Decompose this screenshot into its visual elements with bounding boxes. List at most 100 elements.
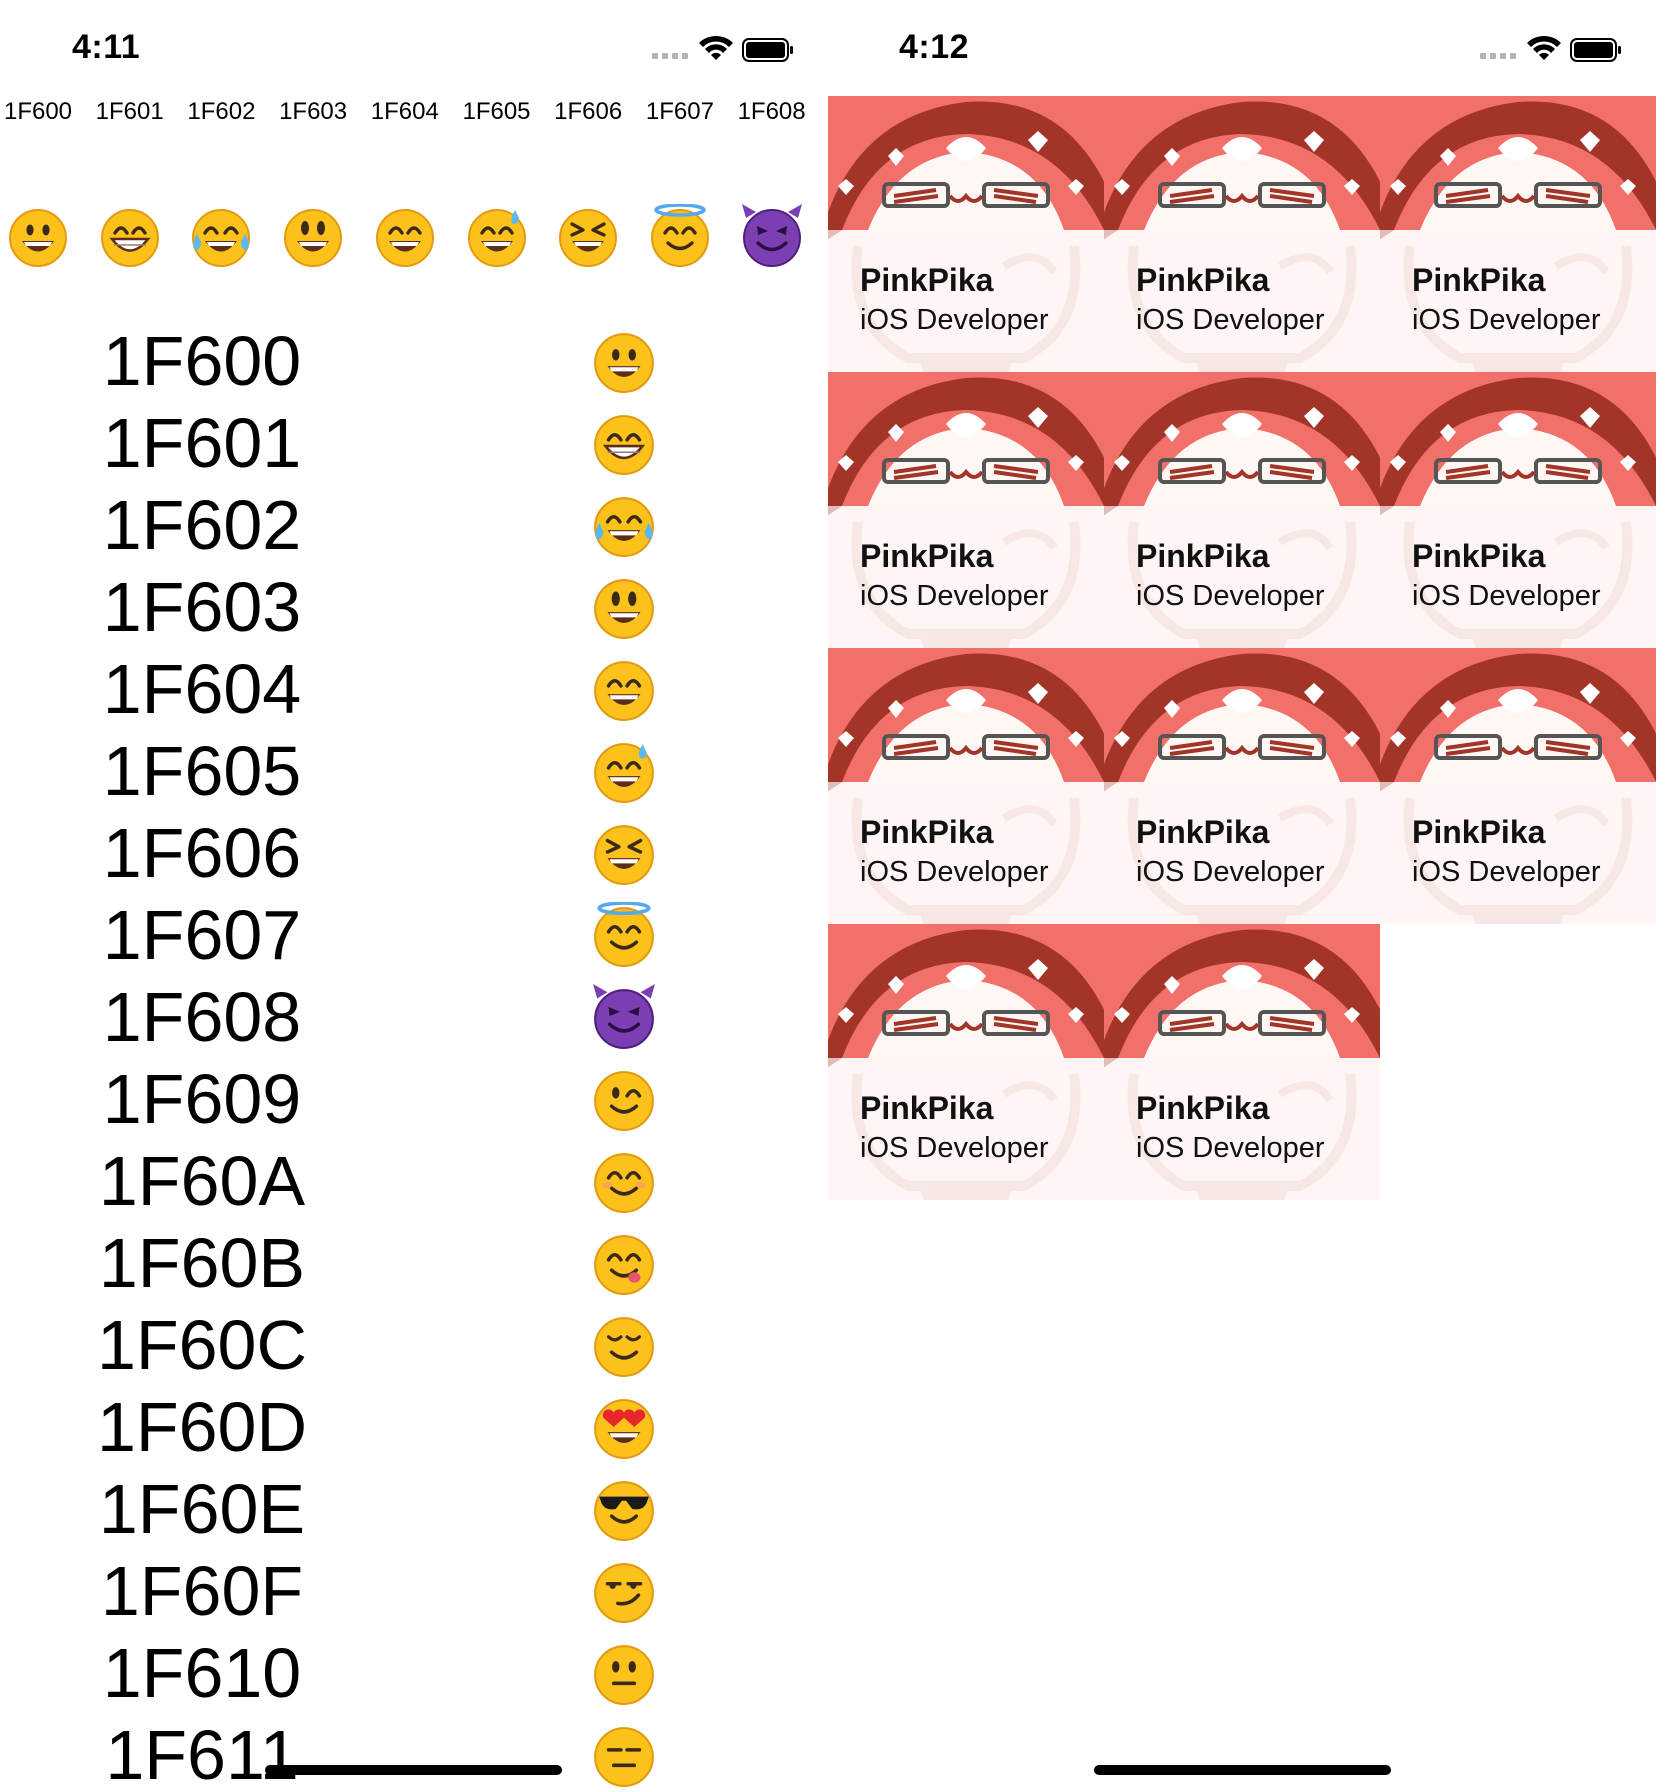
emoji-code-label: 1F60C — [96, 1306, 308, 1384]
emoji-list-row[interactable]: 1F605 — [0, 730, 828, 812]
emoji-code-label: 1F604 — [370, 98, 439, 125]
card-overlay — [1104, 230, 1380, 372]
halo-face-icon — [591, 901, 657, 968]
card-name: PinkPika — [860, 538, 994, 574]
relieved-face-icon — [591, 1312, 657, 1378]
emoji-code-label: 1F606 — [102, 814, 302, 892]
card-overlay — [1104, 1058, 1380, 1200]
card-role: iOS Developer — [1412, 856, 1601, 888]
home-indicator[interactable] — [265, 1765, 562, 1775]
emoji-code-label: 1F60D — [96, 1388, 308, 1466]
horizontal-emoji-scroll[interactable]: 1F600 1F601 1F602 1F603 1F604 1F605 1F606 1F607… — [0, 92, 828, 282]
emoji-list-row[interactable]: 1F609 — [0, 1058, 828, 1140]
emoji-list-row[interactable]: 1F60C — [0, 1304, 828, 1386]
grinning-big-eyes-face-icon — [281, 204, 345, 268]
battery-icon — [1570, 38, 1621, 62]
profile-card[interactable]: PinkPika iOS Developer — [1104, 372, 1380, 648]
profile-card[interactable]: PinkPika iOS Developer — [1104, 924, 1380, 1200]
emoji-list-row[interactable]: 1F60E — [0, 1468, 828, 1550]
grinning-sweat-face-icon — [465, 204, 529, 268]
card-role: iOS Developer — [860, 1132, 1049, 1164]
emoji-list-row[interactable]: 1F603 — [0, 566, 828, 648]
emoji-list-row[interactable]: 1F60A — [0, 1140, 828, 1222]
emoji-list-row[interactable]: 1F60B — [0, 1222, 828, 1304]
emoji-code-label: 1F608 — [102, 978, 302, 1056]
profile-card[interactable]: PinkPika iOS Developer — [1380, 372, 1656, 648]
profile-card[interactable]: PinkPika iOS Developer — [828, 372, 1104, 648]
profile-card[interactable]: PinkPika iOS Developer — [828, 924, 1104, 1200]
profile-card[interactable]: PinkPika iOS Developer — [1104, 648, 1380, 924]
emoji-list-row[interactable]: 1F607 — [0, 894, 828, 976]
profile-card[interactable]: PinkPika iOS Developer — [828, 96, 1104, 372]
emoji-code-label: 1F603 — [279, 98, 348, 125]
card-overlay — [1104, 506, 1380, 648]
sunglasses-face-icon — [591, 1476, 657, 1542]
card-overlay — [1380, 230, 1656, 372]
emoji-code-label: 1F60E — [98, 1470, 306, 1548]
wifi-icon — [699, 35, 733, 60]
emoji-code-label: 1F603 — [102, 568, 302, 646]
beaming-face-icon — [591, 410, 657, 476]
card-name: PinkPika — [1412, 538, 1546, 574]
card-overlay — [1104, 782, 1380, 924]
status-bar: 4:12 — [828, 0, 1656, 96]
emoji-list-screen: 4:11 1F600 1F601 1F602 1F603 1F604 1F605 1F606… — [0, 0, 828, 1792]
grinning-smiling-eyes-face-icon — [591, 656, 657, 722]
squinting-face-icon — [556, 204, 620, 268]
emoji-list-row[interactable]: 1F606 — [0, 812, 828, 894]
smiling-devil-face-icon — [591, 984, 657, 1050]
emoji-code-label: 1F60B — [98, 1224, 306, 1302]
emoji-list-row[interactable]: 1F608 — [0, 976, 828, 1058]
emoji-code-label: 1F607 — [102, 896, 302, 974]
grinning-face-icon — [6, 204, 70, 268]
status-time: 4:11 — [72, 28, 141, 66]
emoji-list-row[interactable]: 1F610 — [0, 1632, 828, 1714]
profile-card[interactable]: PinkPika iOS Developer — [1380, 648, 1656, 924]
profile-card[interactable]: PinkPika iOS Developer — [828, 648, 1104, 924]
card-role: iOS Developer — [1136, 856, 1325, 888]
emoji-code-label: 1F610 — [102, 1634, 302, 1712]
emoji-list-row[interactable]: 1F611 — [0, 1714, 828, 1792]
emoji-list-row[interactable]: 1F604 — [0, 648, 828, 730]
card-overlay — [828, 230, 1104, 372]
home-indicator[interactable] — [1094, 1765, 1391, 1775]
emoji-list-row[interactable]: 1F601 — [0, 402, 828, 484]
card-name: PinkPika — [860, 262, 994, 298]
emoji-list-row[interactable]: 1F60F — [0, 1550, 828, 1632]
grinning-face-icon — [591, 328, 657, 394]
neutral-face-icon — [591, 1640, 657, 1706]
squinting-face-icon — [591, 820, 657, 886]
card-overlay — [1380, 782, 1656, 924]
expressionless-face-icon — [591, 1722, 657, 1788]
card-overlay — [828, 782, 1104, 924]
grinning-big-eyes-face-icon — [591, 574, 657, 640]
emoji-list-row[interactable]: 1F602 — [0, 484, 828, 566]
card-name: PinkPika — [860, 814, 994, 850]
card-name: PinkPika — [1136, 538, 1270, 574]
card-name: PinkPika — [1412, 814, 1546, 850]
emoji-code-label: 1F604 — [102, 650, 302, 728]
emoji-code-label: 1F605 — [462, 98, 531, 125]
beaming-face-icon — [98, 204, 162, 268]
profile-grid-screen: 4:12 PinkPika iOS Developer PinkPika iOS… — [828, 0, 1656, 1792]
card-role: iOS Developer — [1136, 1132, 1325, 1164]
card-name: PinkPika — [1136, 1090, 1270, 1126]
profile-card[interactable]: PinkPika iOS Developer — [1380, 96, 1656, 372]
emoji-list-row[interactable]: 1F60D — [0, 1386, 828, 1468]
cellular-signal-icon — [652, 53, 688, 59]
card-role: iOS Developer — [860, 304, 1049, 336]
emoji-list-row[interactable]: 1F600 — [0, 320, 828, 402]
grinning-sweat-face-icon — [591, 738, 657, 804]
smiling-devil-face-icon — [740, 204, 804, 268]
emoji-code-label: 1F601 — [95, 98, 164, 125]
card-overlay — [828, 1058, 1104, 1200]
card-role: iOS Developer — [860, 856, 1049, 888]
wifi-icon — [1527, 35, 1561, 60]
card-name: PinkPika — [860, 1090, 994, 1126]
emoji-code-label: 1F600 — [3, 98, 73, 125]
profile-card[interactable]: PinkPika iOS Developer — [1104, 96, 1380, 372]
card-role: iOS Developer — [1136, 304, 1325, 336]
emoji-code-label: 1F600 — [102, 322, 302, 400]
status-bar: 4:11 — [0, 0, 828, 96]
heart-eyes-face-icon — [591, 1394, 657, 1460]
